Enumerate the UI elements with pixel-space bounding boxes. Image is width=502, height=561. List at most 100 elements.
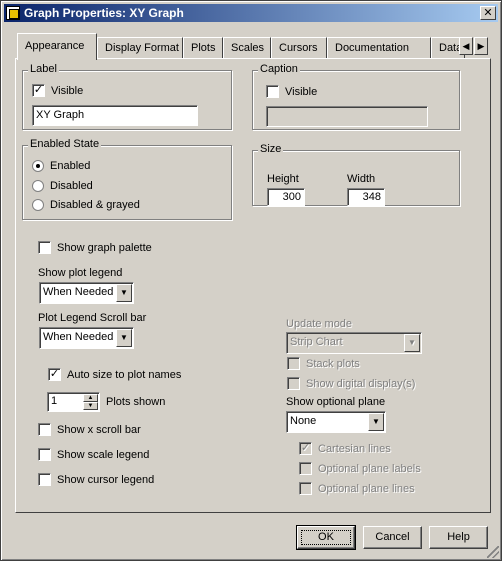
ok-button[interactable]: OK [296,525,356,550]
size-group: Size Height 300 Width 348 [252,143,460,206]
show-graph-palette-label: Show graph palette [57,241,152,254]
arrow-left-icon[interactable]: ◀ [459,37,473,55]
plane-labels-checkbox: Optional plane labels [299,462,421,475]
checkbox-icon [38,423,51,436]
radio-selected-icon [32,160,44,172]
label-visible-checkbox[interactable]: ✓ Visible [32,84,83,97]
checkbox-icon [38,241,51,254]
checkmark-icon: ✓ [299,442,312,455]
checkmark-icon: ✓ [32,84,45,97]
help-button[interactable]: Help [429,526,488,549]
legend-scroll-select[interactable]: When Needed ▼ [39,327,134,349]
title-bar[interactable]: Graph Properties: XY Graph ✕ [4,4,498,22]
update-mode-label: Update mode [286,318,353,330]
chevron-down-icon[interactable]: ▼ [368,413,384,431]
checkbox-icon [299,462,312,475]
tab-plots[interactable]: Plots [183,37,223,59]
plots-shown-label: Plots shown [106,396,166,408]
width-field[interactable]: 348 [347,188,385,206]
height-label: Height [267,173,299,185]
cartesian-lines-label: Cartesian lines [318,442,391,455]
checkbox-icon [299,482,312,495]
auto-size-checkbox[interactable]: ✓ Auto size to plot names [48,368,181,381]
plots-shown-value: 1 [51,395,58,407]
label-text-field[interactable]: XY Graph [32,105,198,126]
label-visible-text: Visible [51,84,84,97]
close-icon[interactable]: ✕ [480,6,496,20]
tab-cursors[interactable]: Cursors [271,37,327,59]
cancel-button[interactable]: Cancel [363,526,422,549]
checkmark-icon: ✓ [48,368,61,381]
size-group-title: Size [258,143,284,155]
app-icon [6,6,20,20]
caption-group-title: Caption [258,63,300,75]
show-cursor-legend-label: Show cursor legend [57,473,155,486]
radio-icon [32,199,44,211]
radio-enabled[interactable]: Enabled [32,160,90,172]
plots-shown-spinner[interactable]: 1 ▲ ▼ [47,392,100,412]
show-x-scroll-label: Show x scroll bar [57,423,141,436]
legend-scroll-value: When Needed [43,331,114,343]
radio-disabled[interactable]: Disabled [32,180,93,192]
enabled-state-group: Enabled State Enabled Disabled Disabled … [22,138,232,220]
caption-text-field [266,106,428,127]
label-group: Label ✓ Visible XY Graph [22,63,232,130]
cartesian-lines-checkbox: ✓ Cartesian lines [299,442,391,455]
update-mode-select: Strip Chart ▼ [286,332,422,354]
chevron-down-icon: ▼ [404,334,420,352]
show-graph-palette-checkbox[interactable]: Show graph palette [38,241,152,254]
radio-disabled-grayed[interactable]: Disabled & grayed [32,199,140,211]
radio-disabled-grayed-label: Disabled & grayed [50,199,140,211]
graph-properties-dialog: Graph Properties: XY Graph ✕ Appearance … [0,0,502,561]
arrow-right-icon[interactable]: ▶ [474,37,488,55]
caption-group: Caption Visible [252,63,460,130]
checkbox-icon [287,357,300,370]
stack-plots-label: Stack plots [306,357,360,370]
show-cursor-legend-checkbox[interactable]: Show cursor legend [38,473,154,486]
radio-enabled-label: Enabled [50,160,91,172]
show-scale-legend-checkbox[interactable]: Show scale legend [38,448,149,461]
optional-plane-value: None [290,415,317,427]
checkbox-icon [287,377,300,390]
show-plot-legend-value: When Needed [43,286,114,298]
update-mode-value: Strip Chart [290,336,343,348]
show-digital-display-checkbox: Show digital display(s) [287,377,415,390]
radio-disabled-label: Disabled [50,180,93,192]
label-group-title: Label [28,63,59,75]
show-x-scroll-checkbox[interactable]: Show x scroll bar [38,423,141,436]
checkbox-icon [38,473,51,486]
plane-lines-checkbox: Optional plane lines [299,482,415,495]
height-field[interactable]: 300 [267,188,305,206]
plane-labels-label: Optional plane labels [318,462,421,475]
stack-plots-checkbox: Stack plots [287,357,360,370]
appearance-panel: Label ✓ Visible XY Graph Caption Visible… [15,58,491,513]
checkbox-icon [38,448,51,461]
resize-grip-icon[interactable] [487,546,499,558]
window-title: Graph Properties: XY Graph [24,6,184,20]
tab-display-format[interactable]: Display Format [97,37,183,59]
legend-scroll-label: Plot Legend Scroll bar [38,312,147,324]
caption-visible-text: Visible [285,85,318,98]
tab-scales[interactable]: Scales [223,37,271,59]
auto-size-label: Auto size to plot names [67,368,182,381]
chevron-down-icon[interactable]: ▼ [116,284,132,302]
width-label: Width [347,173,376,185]
show-scale-legend-label: Show scale legend [57,448,150,461]
optional-plane-select[interactable]: None ▼ [286,411,386,433]
tab-documentation[interactable]: Documentation [327,37,431,59]
chevron-down-icon[interactable]: ▼ [116,329,132,347]
tab-appearance[interactable]: Appearance [17,33,97,60]
enabled-state-title: Enabled State [28,138,102,150]
checkbox-icon [266,85,279,98]
optional-plane-label: Show optional plane [286,396,386,408]
spin-up-icon[interactable]: ▲ [83,394,98,402]
show-plot-legend-label: Show plot legend [38,267,123,279]
show-plot-legend-select[interactable]: When Needed ▼ [39,282,134,304]
plane-lines-label: Optional plane lines [318,482,415,495]
tab-strip: Appearance Display Format Plots Scales C… [15,33,491,60]
spin-down-icon[interactable]: ▼ [83,402,98,410]
show-digital-display-label: Show digital display(s) [306,377,416,390]
radio-icon [32,180,44,192]
caption-visible-checkbox[interactable]: Visible [266,85,317,98]
focus-rect [301,530,351,545]
